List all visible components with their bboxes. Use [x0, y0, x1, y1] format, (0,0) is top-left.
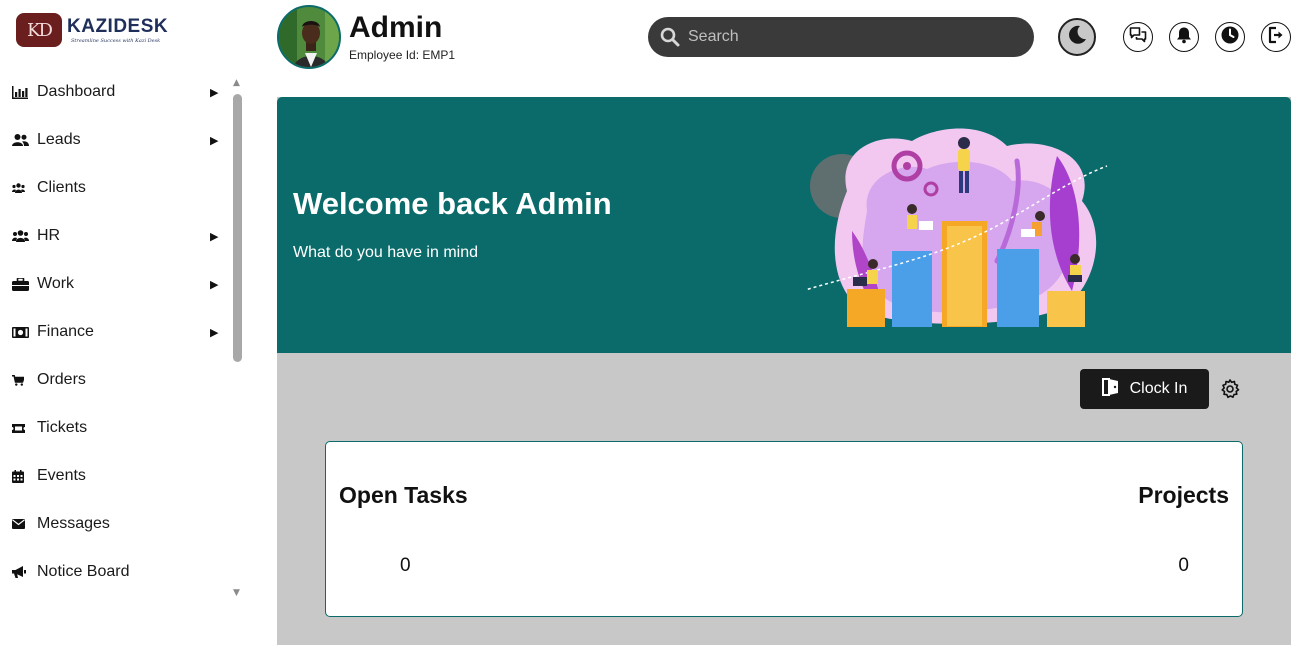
sidebar-item-hr[interactable]: HR ▶ — [0, 212, 232, 260]
calendar-icon — [12, 469, 32, 483]
sidebar-item-label: Tickets — [37, 419, 88, 436]
sidebar-item-orders[interactable]: Orders — [0, 356, 232, 404]
money-icon — [12, 326, 32, 338]
brand-name: KAZIDESK — [67, 15, 169, 37]
bar-chart-icon — [12, 85, 32, 99]
scrollbar-thumb[interactable] — [233, 94, 242, 362]
caret-right-icon: ▶ — [210, 277, 219, 291]
sidebar-item-notice-board[interactable]: Notice Board — [0, 548, 232, 596]
projects-count: 0 — [1178, 555, 1189, 576]
sidebar-item-label: Finance — [37, 323, 94, 340]
caret-right-icon: ▶ — [210, 325, 219, 339]
sidebar-item-tickets[interactable]: Tickets — [0, 404, 232, 452]
caret-right-icon: ▶ — [210, 229, 219, 243]
welcome-title: Welcome back Admin — [293, 186, 612, 221]
gear-icon — [1219, 379, 1241, 404]
sidebar-item-label: Dashboard — [37, 83, 116, 100]
settings-button[interactable] — [1219, 378, 1241, 400]
logout-icon — [1267, 26, 1285, 48]
chat-icon — [1129, 26, 1147, 48]
sidebar-item-label: Leads — [37, 131, 81, 148]
door-open-icon — [1101, 377, 1122, 401]
sidebar-item-label: Events — [37, 467, 86, 484]
brand-tagline: Streamline Success with Kazi Desk — [71, 37, 161, 44]
employee-id: Employee Id: EMP1 — [349, 48, 456, 62]
sidebar-item-label: Messages — [37, 515, 110, 532]
search-icon — [660, 27, 680, 47]
sidebar-item-events[interactable]: Events — [0, 452, 232, 500]
user-name: Admin — [349, 11, 443, 44]
sidebar-menu: Dashboard ▶ Leads ▶ Clients HR ▶ Work ▶ … — [0, 68, 232, 596]
sidebar: KD KAZIDESK Streamline Success with Kazi… — [0, 0, 250, 645]
sidebar-item-label: Clients — [37, 179, 86, 196]
scroll-up-icon[interactable]: ▲ — [233, 78, 240, 88]
sidebar-item-finance[interactable]: Finance ▶ — [0, 308, 232, 356]
sidebar-item-clients[interactable]: Clients — [0, 164, 232, 212]
ticket-icon — [12, 423, 32, 433]
search-input[interactable] — [688, 28, 1008, 46]
envelope-icon — [12, 519, 32, 529]
welcome-subtitle: What do you have in mind — [293, 244, 478, 261]
welcome-banner: Welcome back Admin What do you have in m… — [277, 97, 1291, 353]
projects-title: Projects — [1138, 482, 1229, 508]
moon-icon — [1066, 24, 1088, 50]
group-icon — [12, 183, 32, 193]
logo-mark-icon: KD — [16, 13, 62, 47]
caret-right-icon: ▶ — [210, 133, 219, 147]
theme-toggle-button[interactable] — [1058, 18, 1096, 56]
main-content: Welcome back Admin What do you have in m… — [277, 97, 1291, 645]
notifications-button[interactable] — [1169, 22, 1199, 52]
avatar[interactable] — [277, 5, 341, 69]
megaphone-icon — [12, 566, 32, 578]
growth-illustration-icon — [807, 128, 1108, 327]
sidebar-item-label: Notice Board — [37, 563, 130, 580]
sidebar-item-work[interactable]: Work ▶ — [0, 260, 232, 308]
briefcase-icon — [12, 277, 32, 291]
app-logo[interactable]: KD KAZIDESK Streamline Success with Kazi… — [16, 13, 168, 47]
attendance-button[interactable] — [1215, 22, 1245, 52]
open-tasks-title: Open Tasks — [339, 482, 468, 508]
sidebar-item-label: HR — [37, 227, 61, 244]
sidebar-item-dashboard[interactable]: Dashboard ▶ — [0, 68, 232, 116]
stats-card: Open Tasks 0 Projects 0 — [325, 441, 1243, 617]
sidebar-item-messages[interactable]: Messages — [0, 500, 232, 548]
caret-right-icon: ▶ — [210, 85, 219, 99]
cart-icon — [12, 374, 32, 386]
bell-icon — [1175, 26, 1193, 48]
clock-in-label: Clock In — [1129, 380, 1188, 397]
scroll-down-icon[interactable]: ▼ — [233, 588, 240, 598]
logout-button[interactable] — [1261, 22, 1291, 52]
people-icon — [12, 230, 32, 242]
chat-button[interactable] — [1123, 22, 1153, 52]
sidebar-scrollbar[interactable]: ▲ ▼ — [231, 78, 245, 598]
clock-icon — [1220, 25, 1240, 49]
search-bar[interactable] — [648, 17, 1034, 57]
sidebar-item-label: Orders — [37, 371, 86, 388]
users-icon — [12, 134, 32, 146]
sidebar-item-leads[interactable]: Leads ▶ — [0, 116, 232, 164]
clock-in-button[interactable]: Clock In — [1080, 369, 1209, 409]
sidebar-item-label: Work — [37, 275, 75, 292]
open-tasks-count: 0 — [400, 555, 411, 576]
